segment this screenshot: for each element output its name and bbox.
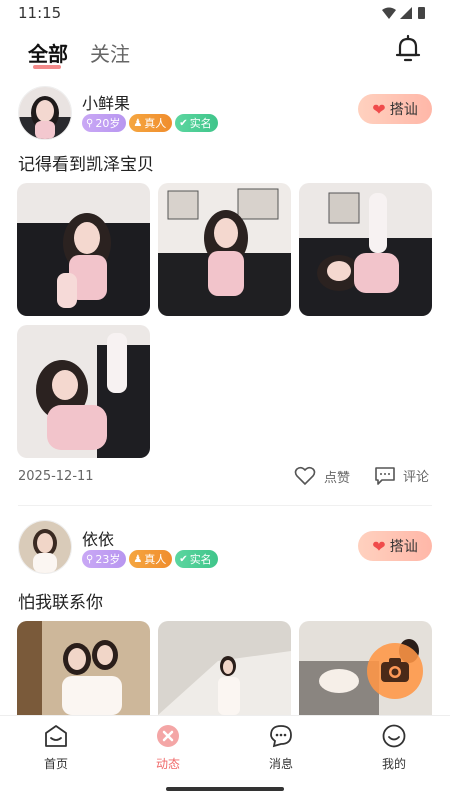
age-badge: ⚲ 20岁 (82, 114, 127, 132)
nav-profile-label: 我的 (381, 757, 406, 771)
search-icon: ⚲ (86, 117, 94, 129)
post-text: 记得看到凯泽宝贝 (18, 155, 154, 175)
post-photo[interactable] (17, 325, 150, 458)
nav-home-label: 首页 (43, 757, 68, 771)
post-photo[interactable] (158, 183, 291, 316)
wifi-icon (382, 7, 396, 19)
nav-messages[interactable]: 消息 (241, 724, 321, 772)
user-badges: ⚲ 23岁 ♟ 真人 ✔ 实名 (82, 550, 218, 568)
comment-icon (375, 466, 395, 485)
username[interactable]: 依依 (82, 526, 114, 550)
bell-icon[interactable] (395, 34, 421, 64)
nav-home[interactable]: 首页 (16, 724, 96, 772)
post-photo[interactable] (17, 183, 150, 316)
verified-badge: ✔ 实名 (175, 114, 218, 132)
tab-all[interactable]: 全部 (28, 38, 68, 67)
post-text: 怕我联系你 (18, 593, 103, 613)
age-badge: ⚲ 23岁 (82, 550, 127, 568)
nav-moments[interactable]: 动态 (128, 724, 208, 772)
message-icon (270, 725, 292, 748)
comment-button[interactable]: 评论 (375, 466, 429, 485)
verified-badge: ✔ 实名 (175, 550, 218, 568)
post-photo[interactable] (17, 621, 150, 715)
avatar[interactable] (18, 520, 72, 574)
check-icon: ✔ (179, 553, 188, 565)
heart-icon: ❤ (372, 99, 386, 119)
tab-following[interactable]: 关注 (90, 38, 130, 67)
camera-button[interactable] (367, 643, 423, 699)
feed-tabs: 全部 关注 (0, 34, 450, 74)
profile-icon (382, 724, 406, 748)
status-icons (382, 7, 425, 19)
check-icon: ✔ (179, 117, 188, 129)
status-time: 11:15 (18, 4, 62, 22)
camera-icon (381, 658, 409, 682)
user-badges: ⚲ 20岁 ♟ 真人 ✔ 实名 (82, 114, 218, 132)
username[interactable]: 小鲜果 (82, 90, 130, 114)
nav-messages-label: 消息 (268, 757, 293, 771)
real-person-badge: ♟ 真人 (129, 114, 173, 132)
greet-button[interactable]: ❤ 搭讪 (358, 94, 432, 124)
moments-icon (157, 725, 179, 747)
status-bar: 11:15 (0, 0, 450, 26)
post-divider (18, 505, 432, 506)
real-person-badge: ♟ 真人 (129, 550, 173, 568)
search-icon: ⚲ (86, 553, 94, 565)
tab-active-indicator (33, 65, 61, 69)
post-date: 2025-12-11 (18, 469, 94, 484)
battery-icon (418, 7, 425, 19)
avatar[interactable] (18, 86, 72, 140)
heart-icon: ❤ (372, 536, 386, 556)
heart-outline-icon (294, 466, 316, 486)
greet-button[interactable]: ❤ 搭讪 (358, 531, 432, 561)
post-photo[interactable] (299, 183, 432, 316)
post-photo[interactable] (158, 621, 291, 715)
home-icon (45, 725, 67, 747)
like-button[interactable]: 点赞 (294, 466, 350, 486)
nav-moments-label: 动态 (155, 757, 180, 771)
nav-profile[interactable]: 我的 (354, 724, 434, 772)
home-indicator (166, 787, 284, 791)
person-icon: ♟ (133, 117, 143, 129)
signal-icon (400, 7, 412, 19)
person-icon: ♟ (133, 553, 143, 565)
